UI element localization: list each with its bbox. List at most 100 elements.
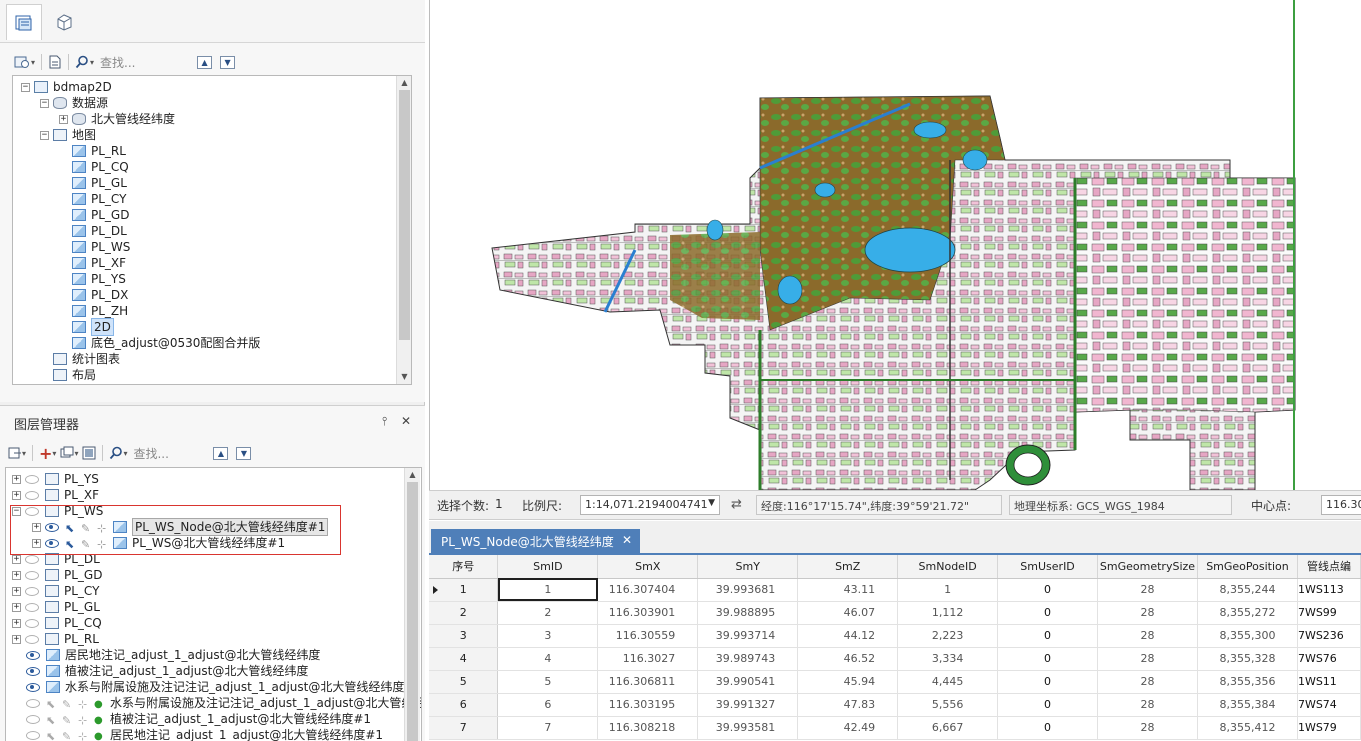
- tree-item[interactable]: PL_DX: [59, 287, 128, 303]
- pin-icon[interactable]: ⫯: [382, 414, 387, 429]
- tree-item[interactable]: PL_DL: [59, 223, 127, 239]
- table-cell[interactable]: 42.49: [797, 716, 899, 740]
- table-cell[interactable]: 7WS99: [1297, 601, 1361, 625]
- table-cell[interactable]: 4,445: [897, 670, 999, 694]
- workspace-search-input[interactable]: 查找...: [100, 54, 195, 71]
- table-cell[interactable]: 8,355,244: [1197, 578, 1298, 602]
- tree-item[interactable]: − 数据源: [40, 95, 108, 111]
- table-row[interactable]: 6 6 116.303195 39.991327 47.83 5,556 0 28 8,355,…: [429, 693, 1361, 717]
- editable-icon[interactable]: ✎: [62, 697, 73, 711]
- table-cell[interactable]: 7WS74: [1297, 693, 1361, 717]
- column-header[interactable]: SmUserID: [997, 555, 1098, 579]
- table-cell[interactable]: 28: [1097, 716, 1198, 740]
- close-icon[interactable]: ✕: [622, 533, 632, 547]
- visibility-icon[interactable]: [25, 586, 39, 596]
- collapse-icon[interactable]: −: [40, 130, 49, 140]
- tree-item[interactable]: 布局: [40, 367, 96, 383]
- tree-item[interactable]: 底色_adjust@0530配图合并版: [59, 335, 260, 351]
- scale-combobox[interactable]: 1:14,071.2194004741 ▼: [580, 495, 720, 515]
- table-cell[interactable]: 39.993714: [697, 624, 799, 648]
- table-cell[interactable]: 0: [997, 578, 1098, 602]
- layer-row[interactable]: 植被注记_adjust_1_adjust@北大管线经纬度: [26, 663, 308, 679]
- scroll-down-icon[interactable]: ▼: [397, 370, 411, 384]
- collapse-icon[interactable]: −: [40, 98, 49, 108]
- expand-icon[interactable]: +: [12, 586, 21, 596]
- table-cell[interactable]: 4: [497, 647, 599, 671]
- open-workspace-button[interactable]: ▾: [12, 52, 37, 72]
- expand-icon[interactable]: +: [12, 634, 21, 644]
- tree-item[interactable]: PL_RL: [59, 143, 126, 159]
- tree-item[interactable]: + 北大管线经纬度: [59, 111, 175, 127]
- table-cell[interactable]: 28: [1097, 624, 1198, 648]
- layer-search-options-button[interactable]: ▾: [107, 443, 129, 463]
- campus-map[interactable]: [430, 0, 1361, 491]
- table-row[interactable]: 2 2 116.303901 39.988895 46.07 1,112 0 28 8,355,…: [429, 601, 1361, 625]
- snap-icon[interactable]: ⊹: [78, 713, 89, 727]
- scroll-up-icon[interactable]: ▲: [405, 468, 420, 482]
- expand-icon[interactable]: +: [12, 570, 21, 580]
- visibility-icon[interactable]: [25, 602, 39, 612]
- visibility-icon[interactable]: [26, 682, 40, 692]
- visibility-icon[interactable]: [26, 650, 40, 660]
- column-header[interactable]: 序号: [429, 555, 499, 579]
- visibility-icon[interactable]: [25, 618, 39, 628]
- table-cell[interactable]: 39.989743: [697, 647, 799, 671]
- tree-item[interactable]: PL_XF: [59, 255, 126, 271]
- table-cell[interactable]: 45.94: [797, 670, 899, 694]
- column-header[interactable]: SmGeoPosition: [1197, 555, 1298, 579]
- table-cell[interactable]: 2: [497, 601, 599, 625]
- layer-row[interactable]: 居民地注记_adjust_1_adjust@北大管线经纬度: [26, 647, 320, 663]
- editable-icon[interactable]: ✎: [62, 729, 73, 741]
- table-cell[interactable]: 0: [997, 647, 1098, 671]
- table-cell[interactable]: 39.993581: [697, 716, 799, 740]
- tree-item[interactable]: 场景: [40, 383, 96, 384]
- table-row[interactable]: 5 5 116.306811 39.990541 45.94 4,445 0 28 8,355,…: [429, 670, 1361, 694]
- table-cell[interactable]: 116.303901: [597, 601, 699, 625]
- table-cell[interactable]: 8,355,412: [1197, 716, 1298, 740]
- table-cell[interactable]: 28: [1097, 693, 1198, 717]
- table-cell[interactable]: 7WS236: [1297, 624, 1361, 648]
- table-cell[interactable]: 116.303195: [597, 693, 699, 717]
- visibility-icon[interactable]: [26, 714, 40, 724]
- table-row[interactable]: 7 7 116.308218 39.993581 42.49 6,667 0 28 8,355,…: [429, 716, 1361, 740]
- column-header[interactable]: SmY: [697, 555, 799, 579]
- workspace-tab[interactable]: [6, 4, 42, 40]
- selectable-icon[interactable]: ⬉: [46, 729, 57, 741]
- scrollbar[interactable]: ▲ ▼: [396, 76, 411, 384]
- table-cell[interactable]: 5,556: [897, 693, 999, 717]
- layer-row[interactable]: + PL_CY: [12, 583, 99, 599]
- layer-group-button[interactable]: ▾: [58, 443, 80, 463]
- table-cell[interactable]: 3: [497, 624, 599, 648]
- search-prev-button[interactable]: ▲: [213, 446, 229, 460]
- table-cell[interactable]: 3,334: [897, 647, 999, 671]
- table-cell[interactable]: 39.988895: [697, 601, 799, 625]
- search-next-button[interactable]: ▼: [236, 446, 252, 460]
- column-header[interactable]: 管线点编: [1297, 555, 1361, 579]
- table-cell[interactable]: 0: [997, 601, 1098, 625]
- center-point-input[interactable]: 116.30: [1321, 495, 1361, 515]
- table-row[interactable]: 1 1 116.307404 39.993681 43.11 1 0 28 8,355,244 1…: [429, 578, 1361, 602]
- visibility-icon[interactable]: [26, 666, 40, 676]
- table-cell[interactable]: 8,355,356: [1197, 670, 1298, 694]
- tree-item[interactable]: − bdmap2D: [21, 79, 112, 95]
- layer-row[interactable]: + PL_XF: [12, 487, 99, 503]
- table-cell[interactable]: 8,355,328: [1197, 647, 1298, 671]
- table-cell[interactable]: 0: [997, 624, 1098, 648]
- add-layer-button[interactable]: + ▾: [37, 443, 58, 463]
- table-cell[interactable]: 0: [997, 670, 1098, 694]
- visibility-icon[interactable]: [26, 730, 40, 740]
- table-row[interactable]: 4 4 116.3027 39.989743 46.52 3,334 0 28 8,355,32…: [429, 647, 1361, 671]
- layer-row[interactable]: + PL_RL: [12, 631, 99, 647]
- search-next-button[interactable]: ▼: [220, 55, 236, 69]
- table-cell[interactable]: 1WS113: [1297, 578, 1361, 602]
- scrollbar-thumb[interactable]: [399, 90, 410, 340]
- visibility-icon[interactable]: [25, 634, 39, 644]
- tree-item[interactable]: PL_YS: [59, 271, 126, 287]
- table-cell[interactable]: 0: [997, 693, 1098, 717]
- expand-icon[interactable]: +: [59, 114, 68, 124]
- table-cell[interactable]: 1: [897, 578, 999, 602]
- new-document-button[interactable]: [46, 52, 64, 72]
- table-cell[interactable]: 116.30559: [597, 624, 699, 648]
- table-cell[interactable]: 28: [1097, 578, 1198, 602]
- collapse-icon[interactable]: −: [21, 82, 30, 92]
